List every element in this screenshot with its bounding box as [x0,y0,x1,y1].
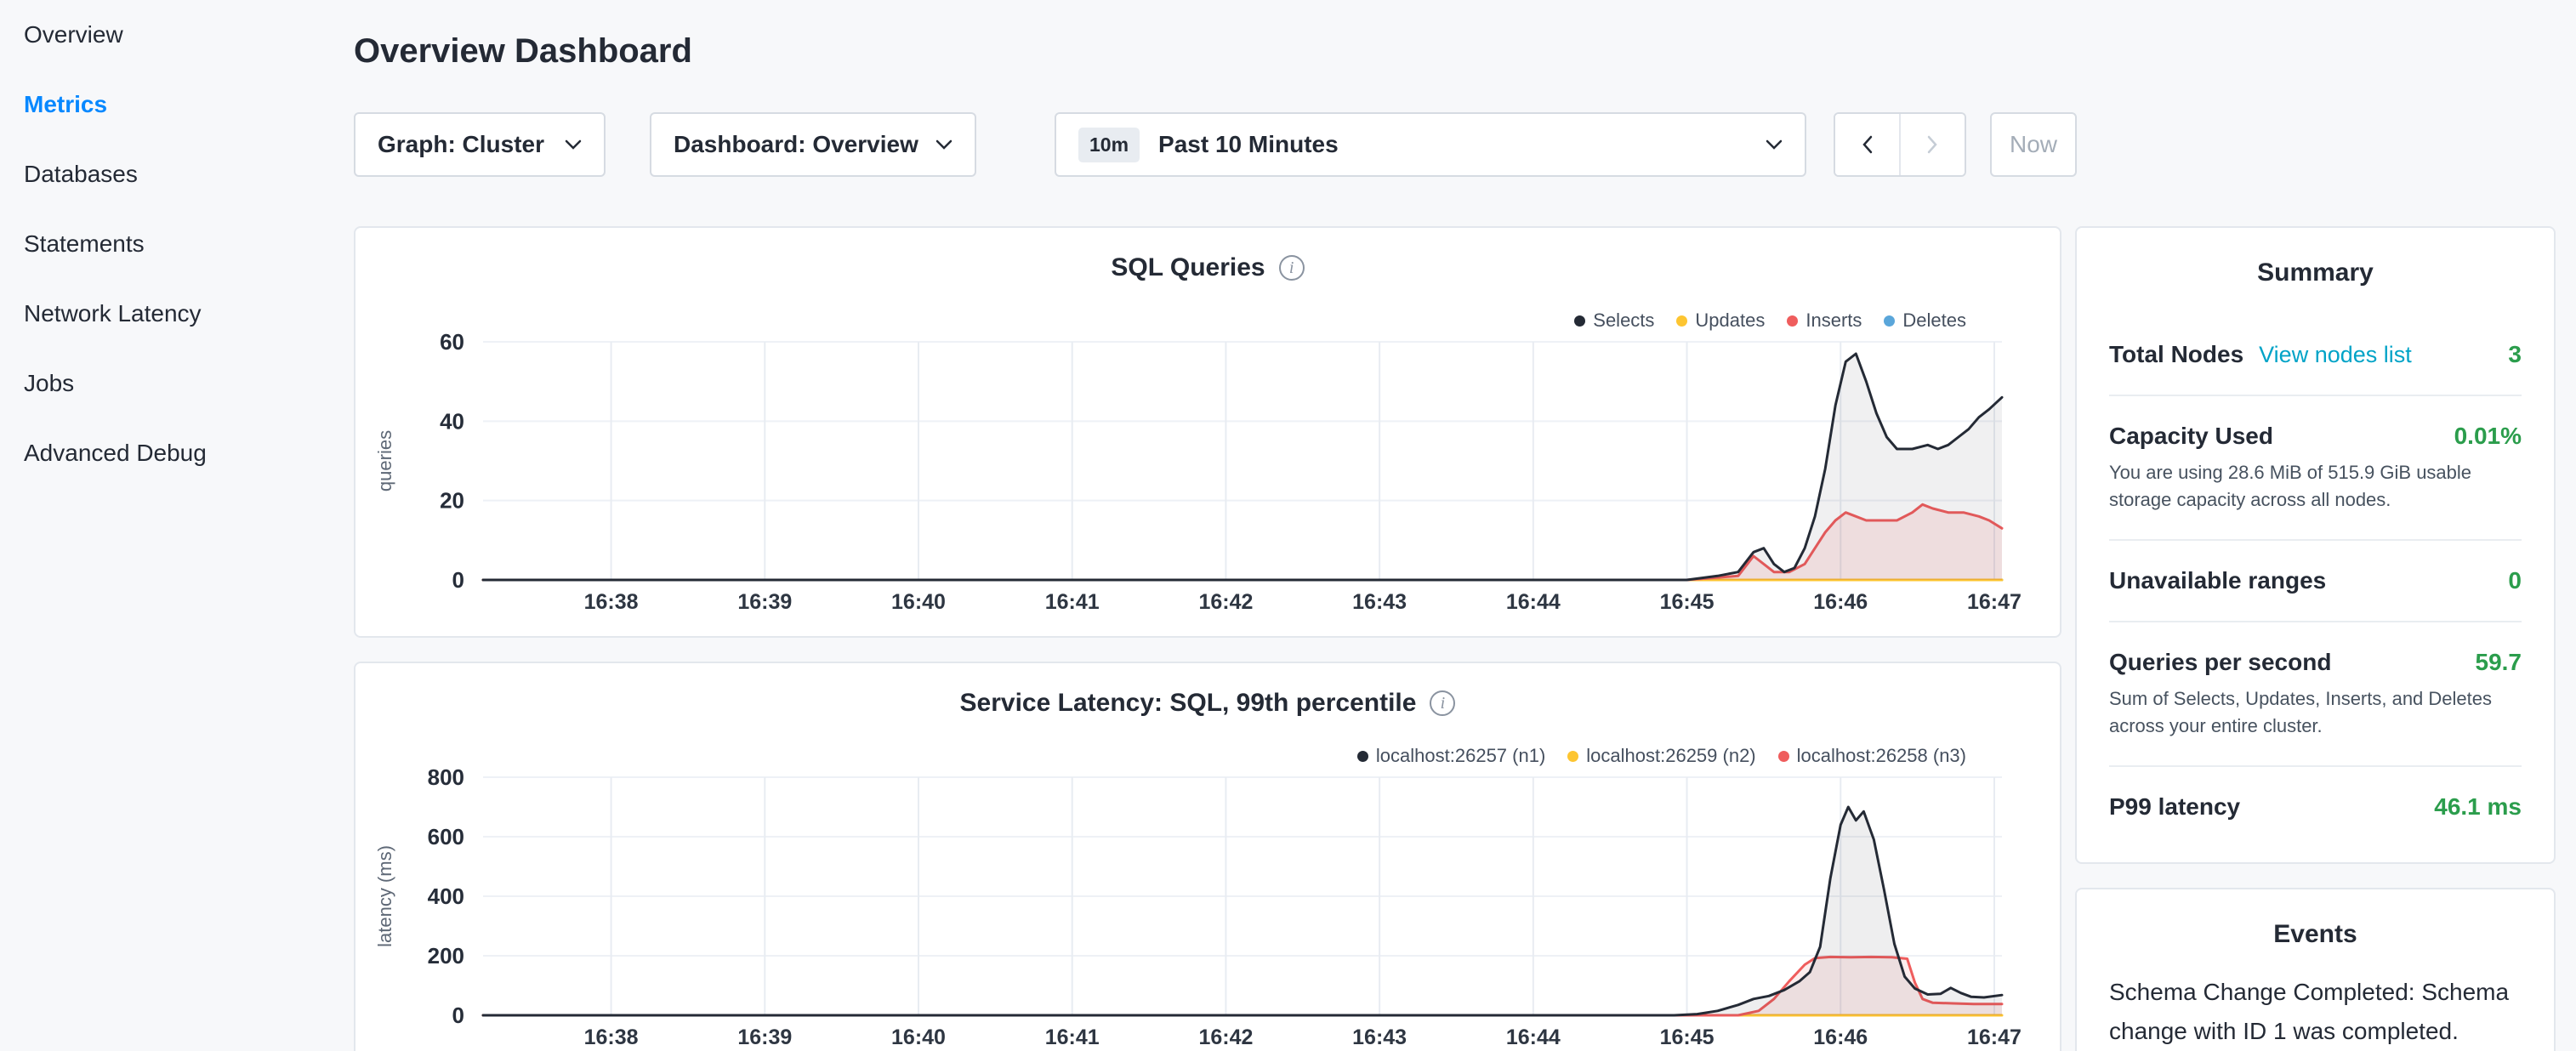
summary-row-p99-latency: P99 latency 46.1 ms [2109,767,2522,847]
svg-text:200: 200 [428,943,464,969]
events-panel: Events Schema Change Completed: Schema c… [2075,888,2556,1051]
dashboard-dropdown[interactable]: Dashboard: Overview [650,112,976,177]
sql-queries-chart[interactable]: 0 20 40 60 16:38 16:39 16:40 16:41 16:42 16:43 16:… [355,313,2063,639]
events-title: Events [2077,889,2554,949]
svg-text:16:38: 16:38 [584,590,639,614]
summary-value: 59.7 [2476,648,2522,677]
time-range-label: Past 10 Minutes [1158,131,1766,158]
event-message: Schema Change Completed: Schema change w… [2109,973,2522,1051]
svg-text:16:39: 16:39 [737,590,792,614]
svg-text:16:46: 16:46 [1813,1025,1868,1049]
chart-title: Service Latency: SQL, 99th percentile [960,689,1417,718]
service-latency-chart[interactable]: 0 200 400 600 800 16:38 16:39 16:40 16:41 16:42 16… [355,748,2063,1051]
summary-row-unavailable-ranges: Unavailable ranges 0 [2109,541,2522,622]
sidebar-item-jobs[interactable]: Jobs [0,349,354,418]
svg-text:60: 60 [440,329,464,355]
graph-scope-label: Graph: Cluster [378,131,544,158]
summary-description: Sum of Selects, Updates, Inserts, and De… [2109,685,2522,740]
svg-text:20: 20 [440,488,464,514]
svg-text:16:47: 16:47 [1967,1025,2022,1049]
svg-text:16:45: 16:45 [1660,1025,1714,1049]
summary-value: 0.01% [2454,422,2522,451]
svg-text:16:47: 16:47 [1967,590,2022,614]
summary-panel: Summary Total Nodes View nodes list 3 Ca… [2075,226,2556,864]
time-range-dropdown[interactable]: 10m Past 10 Minutes [1055,112,1806,177]
svg-text:800: 800 [428,764,464,790]
svg-text:16:44: 16:44 [1506,590,1561,614]
svg-text:16:46: 16:46 [1813,590,1868,614]
svg-text:16:43: 16:43 [1352,1025,1407,1049]
sidebar-item-network-latency[interactable]: Network Latency [0,279,354,349]
graph-scope-dropdown[interactable]: Graph: Cluster [354,112,606,177]
sidebar-item-overview[interactable]: Overview [0,0,354,70]
summary-label: Queries per second [2109,648,2331,677]
dashboard-controls: Graph: Cluster Dashboard: Overview 10m P… [354,112,2077,177]
time-back-button[interactable] [1835,114,1899,175]
summary-label: Unavailable ranges [2109,566,2326,595]
view-nodes-list-link[interactable]: View nodes list [2259,340,2412,369]
info-icon[interactable]: i [1430,690,1455,716]
dashboard-dropdown-label: Dashboard: Overview [674,131,918,158]
sidebar-item-databases[interactable]: Databases [0,139,354,209]
page-title: Overview Dashboard [354,31,692,71]
time-forward-button[interactable] [1899,114,1965,175]
summary-value: 0 [2508,566,2522,595]
svg-text:16:41: 16:41 [1045,590,1100,614]
svg-text:16:38: 16:38 [584,1025,639,1049]
chevron-down-icon [1766,139,1783,151]
svg-text:0: 0 [452,1003,464,1028]
now-button[interactable]: Now [1990,112,2077,177]
svg-text:16:43: 16:43 [1352,590,1407,614]
svg-text:16:42: 16:42 [1198,1025,1253,1049]
svg-text:0: 0 [452,567,464,593]
sidebar-item-metrics[interactable]: Metrics [0,70,354,139]
summary-value: 3 [2508,340,2522,369]
event-item[interactable]: Schema Change Completed: Schema change w… [2109,973,2522,1051]
svg-text:16:39: 16:39 [737,1025,792,1049]
summary-title: Summary [2077,228,2554,287]
time-window-badge: 10m [1078,128,1140,162]
chevron-down-icon [565,139,582,151]
svg-text:600: 600 [428,824,464,849]
svg-text:latency (ms): latency (ms) [374,845,395,947]
sql-queries-chart-card: SQL Queries i SelectsUpdatesInsertsDelet… [354,226,2061,638]
svg-text:queries: queries [374,430,395,491]
summary-label: Capacity Used [2109,422,2273,451]
chevron-left-icon [1862,135,1873,154]
svg-text:400: 400 [428,883,464,909]
sidebar-item-advanced-debug[interactable]: Advanced Debug [0,418,354,488]
svg-text:16:42: 16:42 [1198,590,1253,614]
service-latency-chart-card: Service Latency: SQL, 99th percentile i … [354,662,2061,1051]
summary-description: You are using 28.6 MiB of 515.9 GiB usab… [2109,459,2522,514]
summary-row-total-nodes: Total Nodes View nodes list 3 [2109,315,2522,396]
time-pager [1834,112,1966,177]
svg-text:40: 40 [440,408,464,434]
info-icon[interactable]: i [1279,255,1305,281]
sidebar: Overview Metrics Databases Statements Ne… [0,0,354,1051]
svg-text:16:45: 16:45 [1660,590,1714,614]
chart-title: SQL Queries [1111,253,1265,282]
chevron-down-icon [935,139,952,151]
summary-row-queries-per-second: Queries per second 59.7 Sum of Selects, … [2109,622,2522,767]
svg-text:16:41: 16:41 [1045,1025,1100,1049]
svg-text:16:40: 16:40 [891,590,946,614]
sidebar-item-statements[interactable]: Statements [0,209,354,279]
summary-value: 46.1 ms [2434,793,2522,821]
summary-label: P99 latency [2109,793,2240,821]
svg-text:16:40: 16:40 [891,1025,946,1049]
chevron-right-icon [1927,135,1938,154]
svg-text:16:44: 16:44 [1506,1025,1561,1049]
summary-row-capacity-used: Capacity Used 0.01% You are using 28.6 M… [2109,396,2522,541]
summary-label: Total Nodes [2109,340,2243,369]
